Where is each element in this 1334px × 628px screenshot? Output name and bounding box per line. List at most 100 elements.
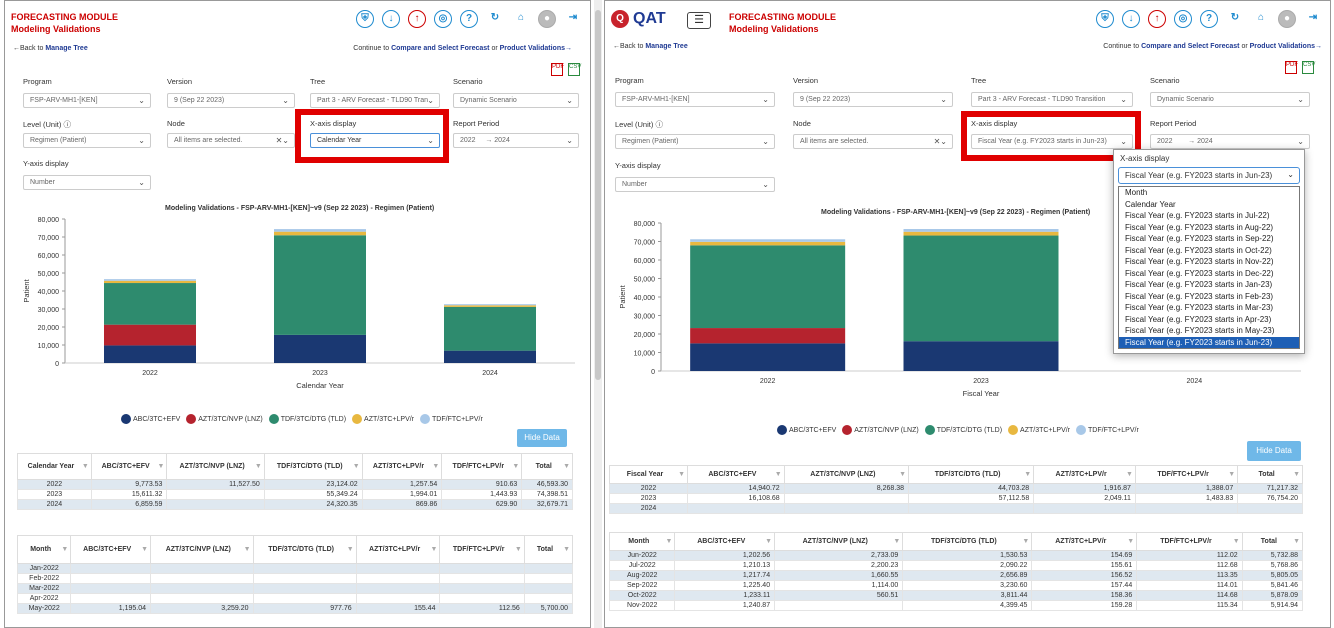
user-avatar-icon[interactable]: ● xyxy=(538,10,556,28)
version-select[interactable]: 9 (Sep 22 2023) ⌄ xyxy=(793,92,953,107)
xaxis-option[interactable]: Fiscal Year (e.g. FY2023 starts in Nov-2… xyxy=(1119,256,1299,268)
scenario-select[interactable]: Dynamic Scenario ⌄ xyxy=(1150,92,1310,107)
help-icon[interactable]: ? xyxy=(460,10,478,28)
xaxis-select[interactable]: Calendar Year ⌄ xyxy=(310,133,440,148)
xaxis-option[interactable]: Fiscal Year (e.g. FY2023 starts in Dec-2… xyxy=(1119,268,1299,280)
filter-icon[interactable]: ▼ xyxy=(82,463,89,470)
xaxis-dropdown-select[interactable]: Fiscal Year (e.g. FY2023 starts in Jun-2… xyxy=(1118,167,1300,184)
filter-icon[interactable]: ▼ xyxy=(158,463,165,470)
legend-item[interactable]: TDF/FTC+LPV/r xyxy=(420,414,483,424)
filter-icon[interactable]: ▼ xyxy=(512,463,519,470)
filter-icon[interactable]: ▼ xyxy=(893,538,900,545)
pdf-icon[interactable]: PDF xyxy=(551,63,564,76)
filter-icon[interactable]: ▼ xyxy=(141,546,148,553)
bar-segment[interactable] xyxy=(444,305,536,307)
filter-icon[interactable]: ▼ xyxy=(1022,538,1029,545)
bar-segment[interactable] xyxy=(690,245,846,329)
menu-icon[interactable]: ☰ xyxy=(687,12,711,29)
program-select[interactable]: FSP-ARV-MH1-[KEN] ⌄ xyxy=(615,92,775,107)
level-select[interactable]: Regimen (Patient) ⌄ xyxy=(615,134,775,149)
column-header[interactable]: TDF/FTC+LPV/r ▼ xyxy=(1134,465,1239,484)
xaxis-option[interactable]: Month xyxy=(1119,187,1299,199)
column-header[interactable]: AZT/3TC/NVP (LNZ) ▼ xyxy=(783,465,910,484)
refresh-icon[interactable]: ↻ xyxy=(486,10,504,28)
bar-segment[interactable] xyxy=(104,324,196,346)
back-link[interactable]: ←Back to Manage Tree xyxy=(13,45,88,52)
product-validations-link[interactable]: Product Validations→ xyxy=(1250,43,1322,50)
legend-item[interactable]: AZT/3TC/NVP (LNZ) xyxy=(186,414,263,424)
legend-item[interactable]: TDF/3TC/DTG (TLD) xyxy=(924,425,1002,435)
filter-icon[interactable]: ▼ xyxy=(775,471,782,478)
logout-icon[interactable]: ⇥ xyxy=(1304,10,1322,28)
back-link[interactable]: ←Back to Manage Tree xyxy=(613,43,688,50)
bar-segment[interactable] xyxy=(903,341,1059,371)
hide-data-button[interactable]: Hide Data xyxy=(517,429,567,447)
xaxis-option[interactable]: Fiscal Year (e.g. FY2023 starts in Aug-2… xyxy=(1119,222,1299,234)
scenario-select[interactable]: Dynamic Scenario ⌄ xyxy=(453,93,579,108)
bar-segment[interactable] xyxy=(903,235,1059,342)
bar-segment[interactable] xyxy=(690,328,846,344)
column-header[interactable]: Total ▼ xyxy=(523,535,574,564)
xaxis-option[interactable]: Fiscal Year (e.g. FY2023 starts in Sep-2… xyxy=(1119,233,1299,245)
filter-icon[interactable]: ▼ xyxy=(1126,471,1133,478)
bar-segment[interactable] xyxy=(274,229,366,232)
report-period-select[interactable]: 2022 → 2024 ⌄ xyxy=(1150,134,1310,149)
info-icon[interactable]: ⓘ xyxy=(655,120,663,129)
legend-item[interactable]: TDF/3TC/DTG (TLD) xyxy=(268,414,346,424)
column-header[interactable]: Total ▼ xyxy=(521,453,573,480)
help-icon[interactable]: ? xyxy=(1200,10,1218,28)
column-header[interactable]: Month ▼ xyxy=(608,532,676,551)
tree-select[interactable]: Part 3 - ARV Forecast - TLD90 Tran ⌄ xyxy=(310,93,440,108)
filter-icon[interactable]: ▼ xyxy=(1024,471,1031,478)
column-header[interactable]: TDF/3TC/DTG (TLD) ▼ xyxy=(263,453,363,480)
column-header[interactable]: TDF/FTC+LPV/r ▼ xyxy=(439,535,525,564)
column-header[interactable]: ABC/3TC+EFV ▼ xyxy=(687,465,785,484)
column-header[interactable]: ABC/3TC+EFV ▼ xyxy=(70,535,152,564)
report-period-select[interactable]: 2022 → 2024 ⌄ xyxy=(453,133,579,148)
column-header[interactable]: Total ▼ xyxy=(1241,532,1304,551)
scrollbar[interactable] xyxy=(594,0,602,628)
legend-item[interactable]: ABC/3TC+EFV xyxy=(121,414,180,424)
filter-icon[interactable]: ▼ xyxy=(61,546,68,553)
xaxis-option[interactable]: Fiscal Year (e.g. FY2023 starts in Mar-2… xyxy=(1119,302,1299,314)
node-select[interactable]: All items are selected. ✕⌄ xyxy=(793,134,953,149)
home-icon[interactable]: ⌂ xyxy=(512,10,530,28)
legend-item[interactable]: AZT/3TC+LPV/r xyxy=(352,414,414,424)
legend-item[interactable]: TDF/FTC+LPV/r xyxy=(1076,425,1139,435)
shield-icon[interactable]: ⛨ xyxy=(356,10,374,28)
filter-icon[interactable]: ▼ xyxy=(1293,471,1300,478)
bar-segment[interactable] xyxy=(903,231,1059,236)
xaxis-option[interactable]: Fiscal Year (e.g. FY2023 starts in Jun-2… xyxy=(1119,336,1299,348)
column-header[interactable]: AZT/3TC+LPV/r ▼ xyxy=(355,535,441,564)
refresh-icon[interactable]: ↻ xyxy=(1226,10,1244,28)
bar-segment[interactable] xyxy=(104,279,196,281)
column-header[interactable]: ABC/3TC+EFV ▼ xyxy=(674,532,776,551)
column-header[interactable]: ABC/3TC+EFV ▼ xyxy=(90,453,168,480)
column-header[interactable]: Fiscal Year ▼ xyxy=(608,465,689,484)
filter-icon[interactable]: ▼ xyxy=(255,463,262,470)
xaxis-option[interactable]: Fiscal Year (e.g. FY2023 starts in Jan-2… xyxy=(1119,279,1299,291)
filter-icon[interactable]: ▼ xyxy=(353,463,360,470)
legend-item[interactable]: AZT/3TC+LPV/r xyxy=(1008,425,1070,435)
xaxis-option[interactable]: Fiscal Year (e.g. FY2023 starts in Feb-2… xyxy=(1119,291,1299,303)
column-header[interactable]: TDF/FTC+LPV/r ▼ xyxy=(441,453,523,480)
bar-segment[interactable] xyxy=(690,343,846,371)
shield-icon[interactable]: ⛨ xyxy=(1096,10,1114,28)
home-icon[interactable]: ⌂ xyxy=(1252,10,1270,28)
logout-icon[interactable]: ⇥ xyxy=(564,10,582,28)
yaxis-select[interactable]: Number ⌄ xyxy=(23,175,151,190)
filter-icon[interactable]: ▼ xyxy=(765,538,772,545)
column-header[interactable]: AZT/3TC/NVP (LNZ) ▼ xyxy=(166,453,265,480)
xaxis-option[interactable]: Calendar Year xyxy=(1119,199,1299,211)
csv-icon[interactable]: CSV xyxy=(1302,61,1315,74)
filter-icon[interactable]: ▼ xyxy=(347,546,354,553)
level-select[interactable]: Regimen (Patient) ⌄ xyxy=(23,133,151,148)
compass-icon[interactable]: ◎ xyxy=(434,10,452,28)
bar-segment[interactable] xyxy=(104,345,196,363)
bar-segment[interactable] xyxy=(444,304,536,306)
xaxis-select[interactable]: Fiscal Year (e.g. FY2023 starts in Jun-2… xyxy=(971,134,1133,149)
column-header[interactable]: TDF/3TC/DTG (TLD) ▼ xyxy=(908,465,1035,484)
scrollbar-thumb[interactable] xyxy=(595,10,601,380)
node-select[interactable]: All items are selected. ✕⌄ xyxy=(167,133,295,148)
tree-select[interactable]: Part 3 - ARV Forecast - TLD90 Transition… xyxy=(971,92,1133,107)
